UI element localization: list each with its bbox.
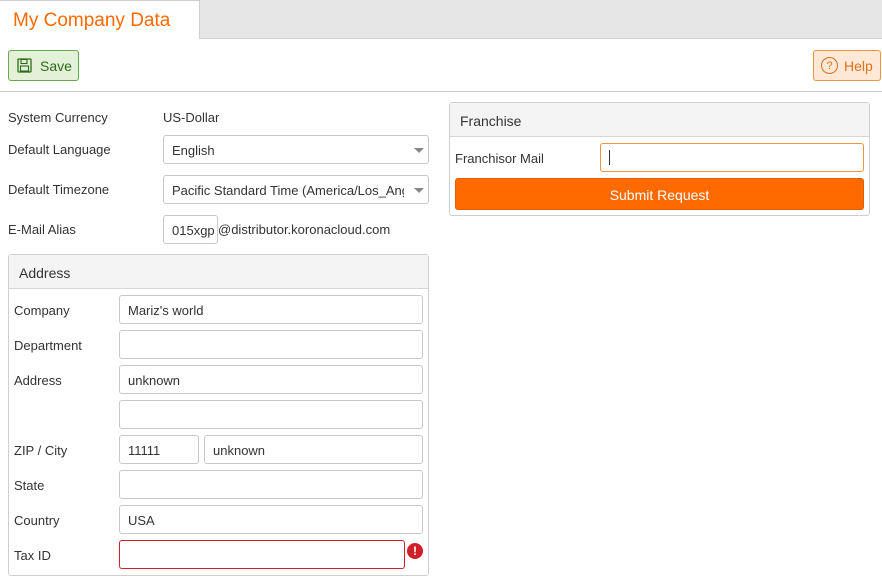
zip-city-label: ZIP / City [14, 443, 68, 458]
address-label: Address [14, 373, 62, 388]
help-button[interactable]: ? Help [813, 50, 881, 81]
company-label: Company [14, 303, 70, 318]
tab-bar: My Company Data [0, 0, 882, 40]
tax-id-label: Tax ID [14, 548, 51, 563]
state-label: State [14, 478, 45, 493]
chevron-down-icon [414, 188, 424, 193]
default-timezone-select[interactable]: Pacific Standard Time (America/Los_Angel… [163, 175, 429, 204]
country-label: Country [14, 513, 60, 528]
company-input[interactable]: Mariz's world [119, 295, 423, 324]
email-alias-label: E-Mail Alias [8, 222, 76, 237]
franchise-panel-title: Franchise [450, 103, 869, 137]
franchisor-mail-label: Franchisor Mail [455, 151, 544, 166]
tax-id-input[interactable] [119, 540, 405, 569]
submit-request-button[interactable]: Submit Request [455, 178, 864, 210]
department-label: Department [14, 338, 82, 353]
tab-my-company-data[interactable]: My Company Data [0, 0, 200, 40]
question-circle-icon: ? [821, 57, 838, 74]
help-label: Help [844, 57, 873, 74]
country-input[interactable]: USA [119, 505, 423, 534]
save-label: Save [40, 57, 72, 74]
franchisor-mail-input[interactable] [600, 143, 864, 172]
city-input[interactable]: unknown [204, 435, 423, 464]
state-input[interactable] [119, 470, 423, 499]
default-timezone-value: Pacific Standard Time (America/Los_Angel… [172, 183, 404, 198]
floppy-disk-icon [17, 58, 32, 73]
address-panel-title: Address [9, 255, 428, 289]
text-cursor [609, 150, 610, 165]
save-button[interactable]: Save [8, 50, 79, 81]
zip-input[interactable]: 11111 [119, 435, 199, 464]
system-currency-value: US-Dollar [163, 110, 220, 125]
address-line1-input[interactable]: unknown [119, 365, 423, 394]
default-language-label: Default Language [8, 142, 111, 157]
email-alias-domain: @distributor.koronacloud.com [218, 222, 391, 237]
default-language-value: English [172, 143, 215, 158]
system-currency-label: System Currency [8, 110, 108, 125]
department-input[interactable] [119, 330, 423, 359]
address-line2-input[interactable] [119, 400, 423, 429]
toolbar: Save ? Help [0, 39, 882, 92]
default-language-select[interactable]: English [163, 135, 429, 164]
exclamation-circle-icon: ! [407, 543, 423, 559]
chevron-down-icon [414, 148, 424, 153]
email-alias-input[interactable]: 015xgp [163, 215, 218, 244]
default-timezone-label: Default Timezone [8, 182, 110, 197]
